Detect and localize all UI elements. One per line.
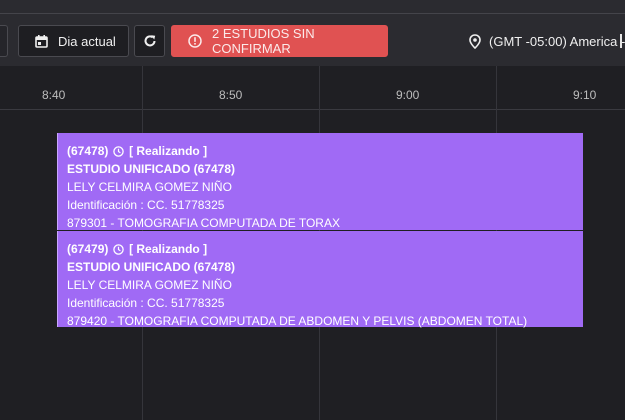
timezone-selector[interactable]: (GMT -05:00) America - bbox=[469, 25, 625, 57]
top-bar bbox=[0, 0, 625, 14]
event-id: (67479) bbox=[67, 242, 109, 256]
time-label-900: 9:00 bbox=[396, 88, 420, 102]
clock-icon bbox=[112, 146, 124, 157]
clock-icon bbox=[112, 244, 124, 255]
event-title: ESTUDIO UNIFICADO (67478) bbox=[67, 162, 236, 176]
event-header: (67479) [ Realizando ] bbox=[67, 240, 574, 258]
timezone-label: (GMT -05:00) America - bbox=[489, 33, 625, 49]
event-id: (67478) bbox=[67, 144, 109, 158]
location-pin-icon bbox=[469, 33, 481, 49]
time-label-910: 9:10 bbox=[573, 88, 597, 102]
unconfirmed-studies-button[interactable]: 2 ESTUDIOS SIN CONFIRMAR bbox=[171, 25, 388, 57]
today-button[interactable]: Dia actual bbox=[18, 25, 129, 57]
today-button-label: Dia actual bbox=[58, 33, 116, 49]
event-title: ESTUDIO UNIFICADO (67478) bbox=[67, 260, 236, 274]
unconfirmed-studies-label: 2 ESTUDIOS SIN CONFIRMAR bbox=[212, 26, 315, 56]
event-procedure: 879420 - TOMOGRAFIA COMPUTADA DE ABDOMEN… bbox=[67, 314, 528, 328]
event-status: [ Realizando ] bbox=[129, 144, 208, 158]
nav-edge-button[interactable] bbox=[0, 25, 8, 57]
event-identification: Identificación : CC. 51778325 bbox=[67, 296, 225, 310]
calendar-icon bbox=[35, 34, 48, 48]
timeline-header: 8:40 8:50 9:00 9:10 bbox=[0, 66, 625, 110]
refresh-icon bbox=[143, 34, 157, 48]
event-status: [ Realizando ] bbox=[129, 242, 208, 256]
event-identification: Identificación : CC. 51778325 bbox=[67, 198, 225, 212]
appointment-event[interactable]: (67479) [ Realizando ] ESTUDIO UNIFICADO… bbox=[57, 231, 583, 328]
time-label-840: 8:40 bbox=[42, 88, 66, 102]
timezone-dropdown-edge bbox=[620, 34, 625, 48]
event-patient: LELY CELMIRA GOMEZ NIÑO bbox=[67, 180, 232, 194]
toolbar: Dia actual 2 ESTUDIOS SIN CONFIRMAR (GMT… bbox=[0, 14, 625, 66]
refresh-button[interactable] bbox=[134, 25, 165, 57]
event-procedure: 879301 - TOMOGRAFIA COMPUTADA DE TORAX bbox=[67, 216, 340, 230]
info-circle-icon bbox=[188, 34, 202, 48]
event-header: (67478) [ Realizando ] bbox=[67, 142, 574, 160]
appointment-event[interactable]: (67478) [ Realizando ] ESTUDIO UNIFICADO… bbox=[57, 133, 583, 230]
event-patient: LELY CELMIRA GOMEZ NIÑO bbox=[67, 278, 232, 292]
time-label-850: 8:50 bbox=[219, 88, 243, 102]
